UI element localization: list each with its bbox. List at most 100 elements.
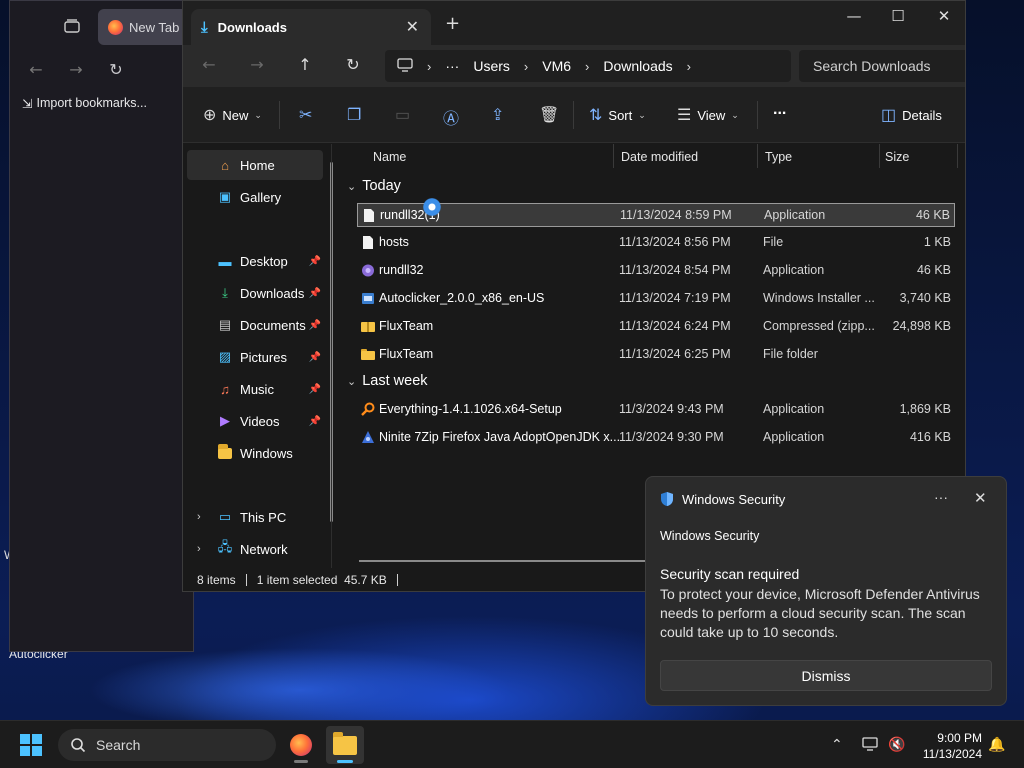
- share-button[interactable]: ⇪: [491, 105, 504, 125]
- close-icon[interactable]: ✕: [974, 489, 987, 507]
- notification-title: Security scan required: [660, 566, 800, 582]
- breadcrumb-downloads[interactable]: Downloads: [603, 58, 672, 74]
- volume-muted-icon[interactable]: 🔇: [888, 737, 905, 753]
- paste-button[interactable]: ▭: [395, 105, 410, 125]
- column-header-type[interactable]: Type: [765, 144, 792, 170]
- chevron-up-icon[interactable]: ⌃: [831, 737, 843, 753]
- minimize-icon[interactable]: —: [831, 7, 877, 25]
- running-indicator: [294, 760, 308, 763]
- tab-list-icon[interactable]: [58, 11, 86, 41]
- notification-body: To protect your device, Microsoft Defend…: [660, 586, 980, 640]
- clipboard-icon: ▭: [395, 107, 411, 124]
- table-row[interactable]: FluxTeam 11/13/2024 6:25 PM File folder: [357, 343, 955, 367]
- column-header-name[interactable]: Name: [373, 144, 406, 170]
- new-tab-icon[interactable]: +: [445, 13, 460, 34]
- overflow-dots-icon[interactable]: ···: [445, 58, 459, 74]
- pin-icon[interactable]: 📌: [309, 320, 321, 331]
- table-row[interactable]: rundll32 11/13/2024 8:54 PM Application …: [357, 259, 955, 283]
- back-arrow-icon[interactable]: ←: [197, 55, 221, 74]
- taskbar-search[interactable]: Search: [58, 729, 276, 761]
- shield-icon: [661, 492, 673, 506]
- sidebar-item-videos[interactable]: ▶ Videos 📌: [187, 406, 323, 436]
- delete-button[interactable]: 🗑: [539, 105, 559, 125]
- sort-button[interactable]: ⇅ Sort ⌄: [589, 105, 646, 125]
- sidebar-item-pictures[interactable]: ▨ Pictures 📌: [187, 342, 323, 372]
- firefox-window[interactable]: New Tab ← → ↻ ⇲ Import bookmarks...: [9, 0, 198, 652]
- explorer-tab-downloads[interactable]: ⤓ Downloads ✕: [191, 9, 431, 45]
- view-button[interactable]: ☰ View ⌄: [677, 105, 739, 125]
- explorer-tab-title: Downloads: [217, 19, 287, 35]
- column-separator[interactable]: [957, 144, 958, 168]
- forward-arrow-icon[interactable]: →: [245, 55, 269, 74]
- table-row[interactable]: Ninite 7Zip Firefox Java AdoptOpenJDK x.…: [357, 426, 955, 450]
- up-arrow-icon[interactable]: ↑: [293, 55, 317, 74]
- sidebar-item-gallery[interactable]: ▣ Gallery: [187, 182, 323, 212]
- notification-header: Windows Security: [660, 491, 785, 507]
- sidebar-item-downloads[interactable]: ⤓ Downloads 📌: [187, 278, 323, 308]
- maximize-icon[interactable]: ☐: [875, 7, 921, 25]
- table-row[interactable]: Autoclicker_2.0.0_x86_en-US 11/13/2024 7…: [357, 287, 955, 311]
- copy-button[interactable]: ❐: [347, 105, 361, 125]
- pc-icon: ▭: [218, 509, 232, 524]
- pane-divider[interactable]: [331, 144, 332, 568]
- details-button[interactable]: ◫ Details: [881, 105, 942, 125]
- breadcrumb-vm6[interactable]: VM6: [542, 58, 571, 74]
- file-type: File: [763, 235, 784, 249]
- column-header-date[interactable]: Date modified: [621, 144, 698, 170]
- table-row[interactable]: Everything-1.4.1.1026.x64-Setup 11/3/202…: [357, 398, 955, 422]
- horizontal-scrollbar[interactable]: [359, 560, 659, 562]
- start-button[interactable]: [20, 734, 42, 756]
- sidebar-item-label: Home: [240, 157, 275, 173]
- notification-bell-icon[interactable]: 🔔: [988, 737, 1005, 753]
- column-separator[interactable]: [757, 144, 758, 168]
- cut-button[interactable]: ✂: [299, 105, 312, 125]
- close-tab-icon[interactable]: ✕: [406, 17, 419, 37]
- chevron-right-icon[interactable]: ›: [197, 511, 201, 523]
- refresh-icon[interactable]: ↻: [341, 55, 365, 74]
- forward-arrow-icon[interactable]: →: [66, 60, 86, 79]
- search-icon: [71, 738, 86, 753]
- sidebar-item-network[interactable]: › 🖧 Network: [187, 534, 323, 564]
- pin-icon[interactable]: 📌: [309, 288, 321, 299]
- more-options-icon[interactable]: ···: [934, 489, 948, 505]
- rename-button[interactable]: Ⓐ: [443, 105, 459, 129]
- pin-icon[interactable]: 📌: [309, 256, 321, 267]
- group-header-today[interactable]: ⌄ Today: [347, 178, 401, 194]
- table-row[interactable]: rundll32(1) 11/13/2024 8:59 PM Applicati…: [357, 203, 955, 227]
- close-window-icon[interactable]: ✕: [921, 7, 965, 25]
- search-input[interactable]: Search Downloads: [799, 50, 965, 82]
- breadcrumb-users[interactable]: Users: [473, 58, 510, 74]
- security-notification[interactable]: Windows Security ··· ✕ Windows Security …: [645, 476, 1007, 706]
- group-header-last-week[interactable]: ⌄ Last week: [347, 373, 428, 389]
- import-bookmarks-link[interactable]: Import bookmarks...: [36, 96, 146, 110]
- column-separator[interactable]: [613, 144, 614, 168]
- address-bar[interactable]: › ··· Users › VM6 › Downloads ›: [385, 50, 791, 82]
- clock-time: 9:00 PM: [937, 731, 982, 745]
- sidebar-item-documents[interactable]: ▤ Documents 📌: [187, 310, 323, 340]
- new-button[interactable]: ⊕ New ⌄: [203, 105, 262, 125]
- file-type: File folder: [763, 347, 818, 361]
- dismiss-button[interactable]: Dismiss: [660, 660, 992, 691]
- more-options-button[interactable]: ...: [773, 101, 786, 119]
- column-separator[interactable]: [879, 144, 880, 168]
- sidebar-item-home[interactable]: ⌂ Home: [187, 150, 323, 180]
- table-row[interactable]: FluxTeam 11/13/2024 6:24 PM Compressed (…: [357, 315, 955, 339]
- chevron-right-icon[interactable]: ›: [687, 59, 691, 74]
- taskbar-file-explorer[interactable]: [326, 726, 364, 764]
- table-row[interactable]: hosts 11/13/2024 8:56 PM File 1 KB: [357, 231, 955, 255]
- pin-icon[interactable]: 📌: [309, 352, 321, 363]
- sidebar-item-desktop[interactable]: ▬ Desktop 📌: [187, 246, 323, 276]
- reload-icon[interactable]: ↻: [106, 60, 126, 79]
- sort-icon: ⇅: [589, 107, 603, 124]
- chevron-right-icon[interactable]: ›: [197, 543, 201, 555]
- back-arrow-icon[interactable]: ←: [26, 60, 46, 79]
- pin-icon[interactable]: 📌: [309, 384, 321, 395]
- network-icon[interactable]: [862, 737, 878, 755]
- column-header-size[interactable]: Size: [885, 144, 909, 170]
- sidebar-item-music[interactable]: ♫ Music 📌: [187, 374, 323, 404]
- pin-icon[interactable]: 📌: [309, 416, 321, 427]
- sidebar-item-windows[interactable]: Windows: [187, 438, 323, 468]
- taskbar-firefox[interactable]: [282, 726, 320, 764]
- system-clock[interactable]: 9:00 PM 11/13/2024: [920, 730, 982, 762]
- sidebar-item-this-pc[interactable]: › ▭ This PC: [187, 502, 323, 532]
